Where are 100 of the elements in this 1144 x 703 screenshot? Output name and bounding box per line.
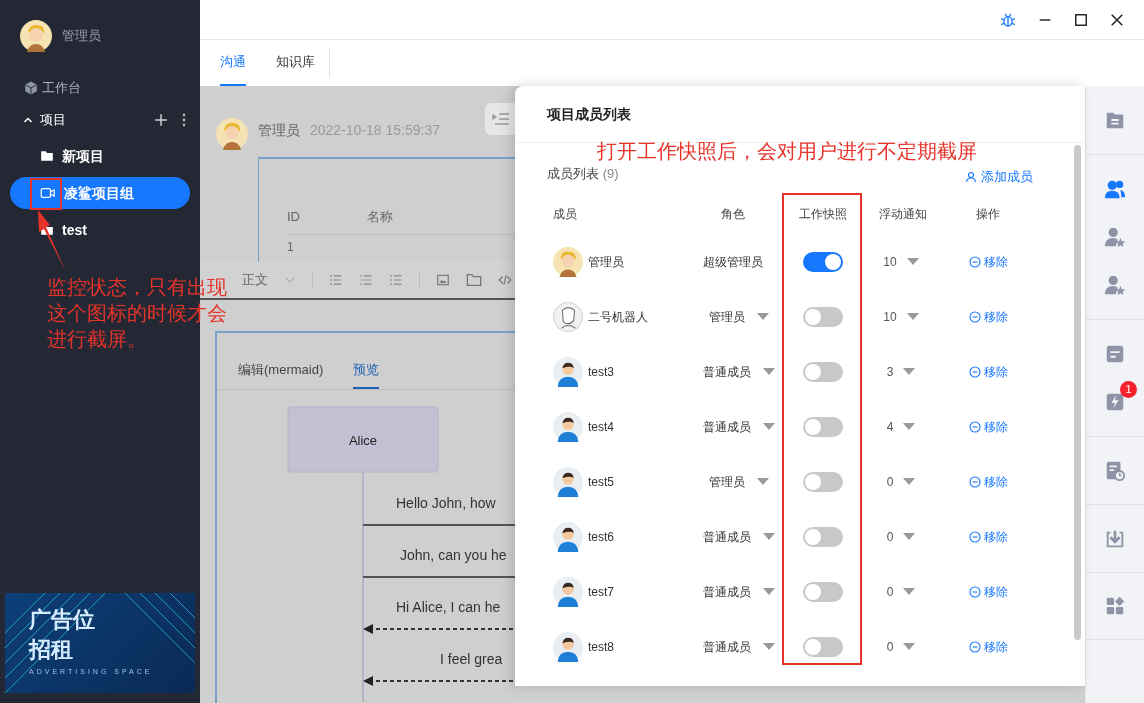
snapshot-toggle[interactable]	[803, 526, 843, 547]
dropdown-caret-icon[interactable]	[903, 642, 916, 651]
dropdown-caret-icon[interactable]	[763, 587, 775, 596]
column-header: 成员	[553, 206, 578, 223]
dropdown-caret-icon[interactable]	[763, 532, 775, 541]
remove-link[interactable]: 移除	[968, 362, 1008, 381]
numbered-list-icon[interactable]	[359, 273, 373, 287]
remove-link[interactable]: 移除	[968, 252, 1008, 271]
user-star-icon[interactable]	[1104, 226, 1126, 248]
avatar	[553, 576, 583, 607]
dropdown-caret-icon[interactable]	[903, 422, 916, 431]
avatar	[553, 631, 583, 662]
message-text: John, can you he	[400, 547, 507, 563]
minus-circle-icon	[968, 365, 981, 378]
editor-tab[interactable]: 预览	[353, 359, 380, 389]
snapshot-toggle[interactable]	[803, 251, 843, 272]
apps-icon[interactable]	[1104, 595, 1126, 617]
editor-tab[interactable]: 编辑(mermaid)	[238, 359, 324, 389]
remove-link[interactable]: 移除	[968, 307, 1008, 326]
folder-icon[interactable]	[466, 273, 482, 287]
member-role: 超级管理员	[703, 253, 763, 271]
document-icon[interactable]	[1104, 343, 1126, 365]
project-item[interactable]: 新项目	[10, 140, 190, 172]
tab[interactable]: 知识库	[276, 40, 315, 86]
plus-icon[interactable]	[154, 113, 168, 127]
add-member-link[interactable]: 添加成员	[965, 167, 1033, 187]
close-icon[interactable]	[1110, 12, 1124, 27]
outline-toggle-button[interactable]	[485, 103, 515, 135]
message-text: I feel grea	[440, 651, 503, 667]
code-icon[interactable]	[498, 273, 512, 287]
dropdown-caret-icon[interactable]	[903, 587, 916, 596]
member-name: test5	[588, 473, 614, 491]
task-list-icon[interactable]	[389, 273, 403, 287]
folder-icon	[40, 149, 54, 163]
member-role: 普通成员	[703, 528, 751, 546]
user-icon	[965, 171, 977, 183]
message-text: Hello John, how	[396, 495, 496, 511]
minus-circle-icon	[968, 255, 981, 268]
dropdown-caret-icon[interactable]	[763, 422, 775, 431]
bulleted-list-icon[interactable]	[329, 273, 343, 287]
maximize-icon[interactable]	[1074, 12, 1088, 27]
avatar	[553, 466, 583, 497]
users-icon[interactable]	[1104, 178, 1126, 200]
dropdown-caret-icon[interactable]	[906, 257, 919, 266]
avatar	[553, 246, 583, 277]
snapshot-toggle[interactable]	[803, 581, 843, 602]
style-dropdown[interactable]: 正文	[242, 270, 268, 290]
remove-link[interactable]: 移除	[968, 527, 1008, 546]
column-header: ID	[287, 207, 301, 226]
member-name: test8	[588, 638, 614, 656]
dropdown-caret-icon[interactable]	[763, 367, 775, 376]
remove-link[interactable]: 移除	[968, 582, 1008, 601]
column-header: 角色	[720, 206, 746, 223]
project-item[interactable]: 凌鲨项目组	[10, 177, 190, 209]
notify-count[interactable]: 0	[886, 582, 894, 601]
snapshot-toggle[interactable]	[803, 636, 843, 657]
member-name: 管理员	[588, 253, 624, 271]
column-header: 操作	[975, 206, 1001, 223]
user-star-icon[interactable]	[1104, 274, 1126, 296]
snapshot-toggle[interactable]	[803, 361, 843, 382]
snapshot-toggle[interactable]	[803, 306, 843, 327]
nav-item[interactable]: 工作台	[0, 76, 200, 100]
column-header: 工作快照	[798, 206, 848, 223]
ad-title: 广告位	[29, 606, 96, 634]
notify-count[interactable]: 3	[886, 362, 894, 381]
participant-name: Alice	[348, 433, 378, 448]
member-name: test4	[588, 418, 614, 436]
dropdown-caret-icon[interactable]	[903, 367, 916, 376]
dropdown-caret-icon[interactable]	[903, 477, 916, 486]
notify-count[interactable]: 10	[883, 307, 897, 326]
annotation-box	[30, 178, 62, 210]
message-text: Hi Alice, I can he	[396, 599, 501, 615]
member-name: test7	[588, 583, 614, 601]
member-role: 普通成员	[703, 363, 751, 381]
minus-circle-icon	[968, 640, 981, 653]
lightning-icon[interactable]	[1104, 391, 1126, 413]
clock-document-icon[interactable]	[1104, 459, 1126, 482]
notify-count[interactable]: 0	[886, 472, 894, 491]
remove-link[interactable]: 移除	[968, 637, 1008, 656]
notify-count[interactable]: 4	[886, 417, 894, 436]
dropdown-caret-icon[interactable]	[757, 312, 769, 321]
image-icon[interactable]	[436, 273, 450, 287]
notify-count[interactable]: 0	[886, 637, 894, 656]
dropdown-caret-icon[interactable]	[903, 532, 916, 541]
more-icon[interactable]	[182, 113, 186, 127]
remove-link[interactable]: 移除	[968, 472, 1008, 491]
remove-link[interactable]: 移除	[968, 417, 1008, 436]
minus-circle-icon	[968, 585, 981, 598]
dropdown-caret-icon[interactable]	[763, 642, 775, 651]
avatar	[553, 521, 583, 552]
snapshot-toggle[interactable]	[803, 416, 843, 437]
snapshot-toggle[interactable]	[803, 471, 843, 492]
dropdown-caret-icon[interactable]	[757, 477, 769, 486]
bug-icon[interactable]	[1000, 11, 1016, 28]
annotation-text: 打开工作快照后，会对用户进行不定期截屏	[597, 139, 977, 164]
notify-count[interactable]: 10	[883, 252, 897, 271]
avatar	[553, 301, 583, 332]
notify-count[interactable]: 0	[886, 527, 894, 546]
dropdown-caret-icon[interactable]	[906, 312, 919, 321]
scrollbar[interactable]	[1074, 145, 1081, 640]
